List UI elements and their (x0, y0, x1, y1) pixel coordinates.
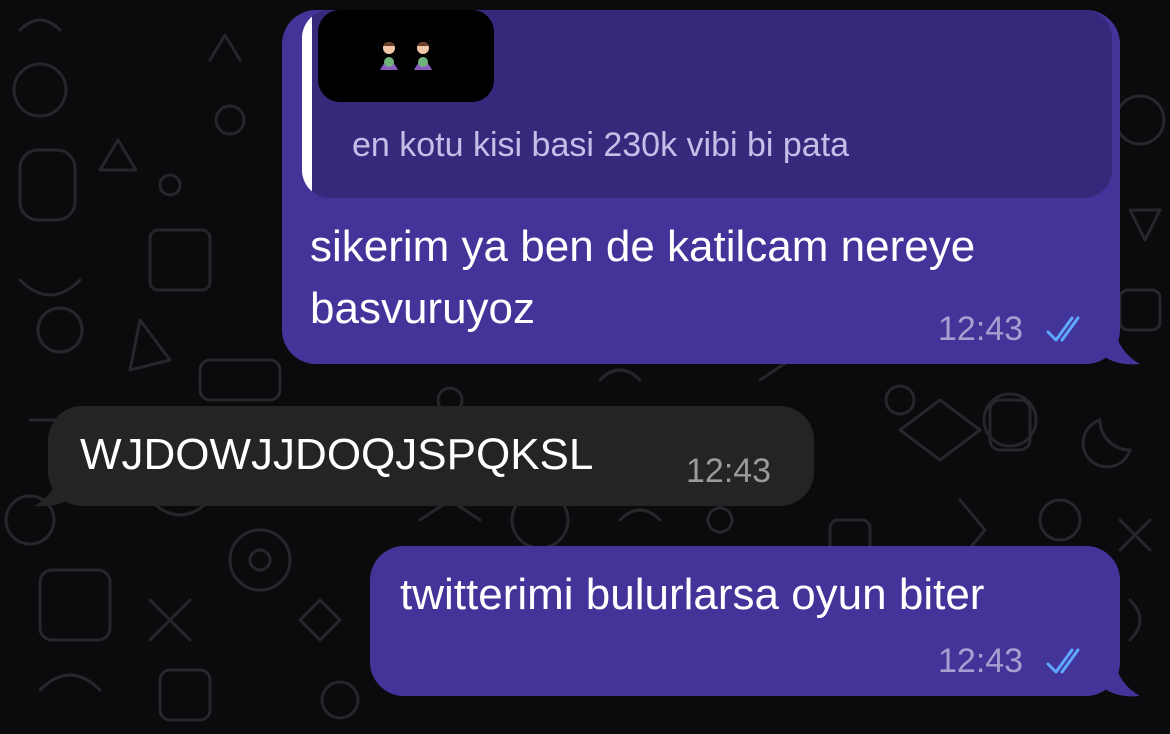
message-time: 12:43 (938, 642, 1024, 680)
message-bubble-outgoing[interactable]: en kotu kisi basi 230k vibi bi pata sike… (282, 10, 1120, 364)
message-bubble-outgoing[interactable]: twitterimi bulurlarsa oyun biter 12:43 (370, 546, 1120, 696)
quoted-message-text: en kotu kisi basi 230k vibi bi pata (352, 126, 850, 164)
quote-accent-bar (302, 10, 312, 198)
message-text: WJDOWJJDOQJSPQKSL (80, 430, 594, 479)
message-time: 12:43 (686, 452, 772, 490)
bubble-tail (34, 468, 70, 507)
message-time: 12:43 (938, 310, 1024, 348)
message-bubble-incoming[interactable]: WJDOWJJDOQJSPQKSL 12:43 (48, 406, 814, 506)
quoted-media-thumbnail[interactable] (318, 10, 494, 102)
double-check-icon (1046, 648, 1080, 674)
quoted-message[interactable]: en kotu kisi basi 230k vibi bi pata (302, 10, 1112, 198)
double-check-icon (1046, 316, 1080, 342)
emoji-icon (380, 42, 398, 70)
bubble-tail (1104, 326, 1140, 365)
bubble-tail (1104, 658, 1140, 697)
message-text: twitterimi bulurlarsa oyun biter (400, 570, 985, 619)
emoji-icon (414, 42, 432, 70)
